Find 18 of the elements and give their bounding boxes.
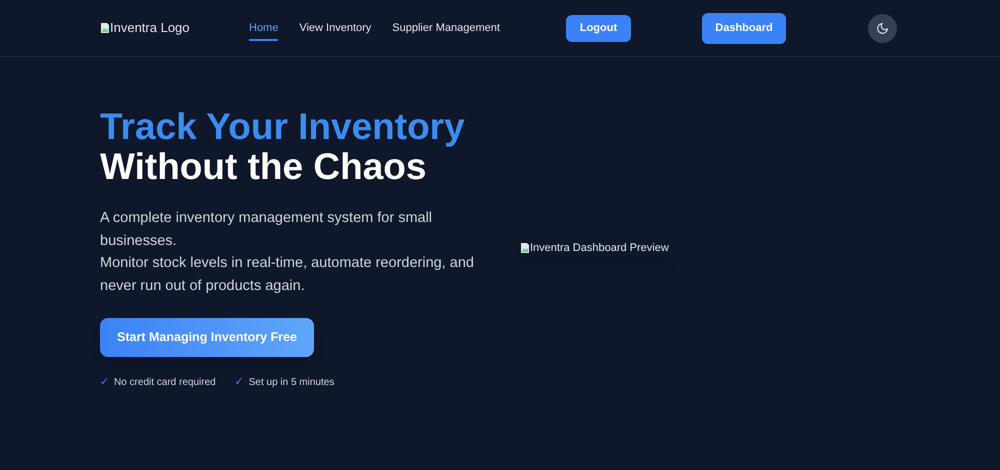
hero-description: Monitor stock levels in real-time, automate reordering, and never run out of products again. xyxy=(100,254,475,296)
feature-note: Set up in 5 minutes xyxy=(248,376,334,390)
dark-mode-toggle[interactable] xyxy=(868,14,897,42)
logo-alt-text: Inventra Logo xyxy=(110,19,190,38)
broken-image-icon xyxy=(520,242,530,254)
dashboard-button[interactable]: Dashboard xyxy=(702,12,786,44)
preview-alt-text: Inventra Dashboard Preview xyxy=(530,241,669,256)
feature-note: No credit card required xyxy=(114,376,216,390)
nav-link[interactable]: View Inventory xyxy=(299,14,372,42)
broken-image-icon xyxy=(100,22,110,34)
logout-button[interactable]: Logout xyxy=(566,14,631,42)
nav-link[interactable]: Home xyxy=(249,14,278,42)
checkmark-icon: ✓ xyxy=(234,374,244,390)
moon-icon xyxy=(876,22,889,34)
nav-link[interactable]: Supplier Management xyxy=(392,14,500,42)
hero-description: A complete inventory management system for small businesses. xyxy=(100,209,434,250)
hero-title: Track Your Inventory Without the Chaos xyxy=(100,107,466,187)
checkmark-icon: ✓ xyxy=(100,374,109,390)
